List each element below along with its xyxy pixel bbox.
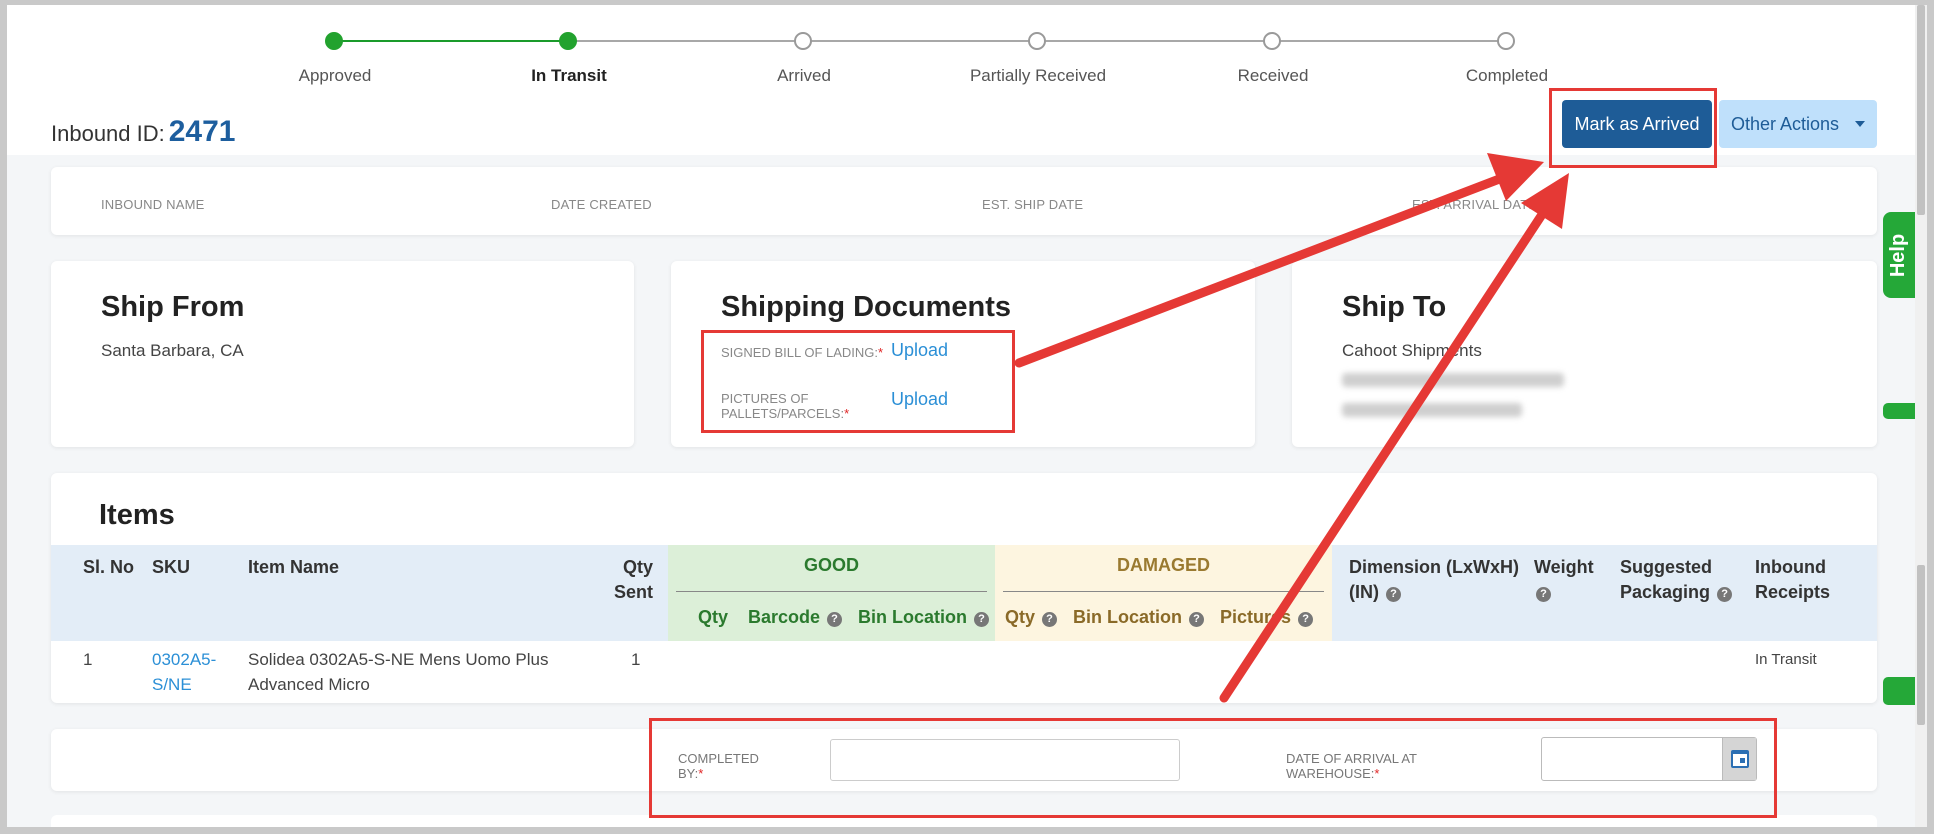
upload-bol-link[interactable]: Upload [891,340,948,361]
arrival-date-label: DATE OF ARRIVAL AT WAREHOUSE:* [1286,751,1417,781]
ship-to-name: Cahoot Shipments [1342,341,1482,360]
row-sku-link[interactable]: 0302A5- S/NE [152,647,216,697]
column-header-damaged-bin-location: Bin Location ? [1073,607,1205,628]
help-icon[interactable]: ? [1298,612,1314,627]
help-icon[interactable]: ? [1189,612,1205,627]
pictures-label: PICTURES OF PALLETS/PARCELS:* [721,391,850,421]
shipping-documents-title: Shipping Documents [721,291,1011,323]
est-ship-date-label: EST. SHIP DATE [982,197,1084,212]
column-header-weight: Weight? [1534,557,1594,602]
help-label: Help [1887,233,1910,277]
row-sl-no: 1 [83,650,93,669]
step-label-arrived: Arrived [777,66,831,85]
signed-bol-label: SIGNED BILL OF LADING:* [721,345,884,360]
step-label-partially-received: Partially Received [969,66,1107,85]
next-card-edge [51,815,1877,827]
column-header-suggested-packaging: Suggested Packaging ? [1620,555,1733,605]
good-column-group: GOOD Qty Barcode ? Bin Location ? [668,545,995,641]
help-icon[interactable]: ? [974,612,990,627]
other-actions-label: Other Actions [1731,113,1840,134]
redacted-address-line [1342,403,1522,417]
side-widget-tab[interactable] [1883,677,1915,705]
column-header-sku: SKU [152,557,191,577]
column-header-good-bin-location: Bin Location ? [858,607,990,628]
scrollbar-thumb[interactable] [1917,5,1925,215]
step-dot-partially-received [1028,32,1046,50]
step-label-in-transit: In Transit [531,66,607,85]
column-header-inbound-receipts: Inbound Receipts [1755,557,1831,602]
help-icon[interactable]: ? [1717,587,1733,602]
completion-card: COMPLETED BY:* DATE OF ARRIVAL AT WAREHO… [51,729,1877,791]
column-header-sl-no: Sl. No [83,557,135,577]
items-card: Items Sl. No SKU Item Name Qty Sent GOOD … [51,473,1877,703]
completed-by-input[interactable] [830,739,1180,781]
damaged-group-divider [1003,591,1324,592]
column-header-damaged-qty: Qty ? [1005,607,1058,628]
row-receipt-status: In Transit [1755,651,1817,668]
column-header-dimension: Dimension (LxWxH) (IN) ? [1349,557,1520,602]
inbound-id-heading: Inbound ID: 2471 [51,115,236,149]
side-widget-tab[interactable] [1883,403,1915,419]
step-dot-approved [325,32,343,50]
step-label-received: Received [1237,66,1309,85]
step-label-completed: Completed [1465,66,1549,85]
damaged-column-group: DAMAGED Qty ? Bin Location ? Pictures ? [995,545,1332,641]
inbound-id-label: Inbound ID: [51,121,165,146]
calendar-icon [1730,750,1749,768]
step-connector-done [332,40,567,42]
est-arrival-date-label: EST. ARRIVAL DATE [1412,197,1538,212]
calendar-button[interactable] [1722,738,1756,780]
row-item-name: Solidea 0302A5-S-NE Mens Uomo Plus Advanc… [248,650,549,694]
help-icon[interactable]: ? [1042,612,1058,627]
damaged-group-title: DAMAGED [1117,555,1210,575]
ship-from-location: Santa Barbara, CA [101,341,244,360]
ship-to-card: Ship To Cahoot Shipments [1292,261,1877,447]
page-scrollbar[interactable] [1915,5,1927,827]
arrival-date-input[interactable] [1541,737,1757,781]
column-header-qty-sent: Qty Sent [613,557,653,602]
ship-to-title: Ship To [1342,291,1447,323]
ship-from-title: Ship From [101,291,245,323]
screenshot-frame: Approved In Transit Arrived Partially Re… [0,0,1934,834]
upload-pictures-link[interactable]: Upload [891,389,948,410]
step-dot-in-transit [559,32,577,50]
inbound-id-number: 2471 [168,115,236,148]
inbound-info-card: INBOUND NAME DATE CREATED EST. SHIP DATE… [51,167,1877,235]
column-header-pictures: Pictures ? [1220,607,1314,628]
row-qty-sent: 1 [631,650,641,669]
shipping-documents-card: Shipping Documents SIGNED BILL OF LADING… [671,261,1255,447]
column-header-good-qty: Qty [698,607,729,627]
step-dot-received [1263,32,1281,50]
date-created-label: DATE CREATED [551,197,652,212]
redacted-address-line [1342,373,1564,387]
column-header-item-name: Item Name [248,557,340,577]
inner-scrollbar-thumb[interactable] [1917,565,1925,725]
step-dot-arrived [794,32,812,50]
ship-from-card: Ship From Santa Barbara, CA [51,261,634,447]
good-group-title: GOOD [803,555,859,575]
step-label-approved: Approved [298,66,372,85]
step-dot-completed [1497,32,1515,50]
caret-down-icon [1855,121,1865,127]
items-title: Items [99,499,175,531]
mark-as-arrived-button[interactable]: Mark as Arrived [1562,100,1712,148]
other-actions-dropdown[interactable]: Other Actions [1719,100,1877,148]
page: Approved In Transit Arrived Partially Re… [7,5,1927,827]
inbound-name-label: INBOUND NAME [101,197,205,212]
help-tab[interactable]: Help [1883,212,1915,298]
column-header-barcode: Barcode ? [748,607,843,628]
completed-by-label: COMPLETED BY:* [678,751,759,781]
help-icon[interactable]: ? [1386,587,1402,602]
status-stepper: Approved In Transit Arrived Partially Re… [7,5,1927,95]
help-icon[interactable]: ? [1536,587,1551,602]
help-icon[interactable]: ? [827,612,843,627]
good-group-divider [676,591,987,592]
